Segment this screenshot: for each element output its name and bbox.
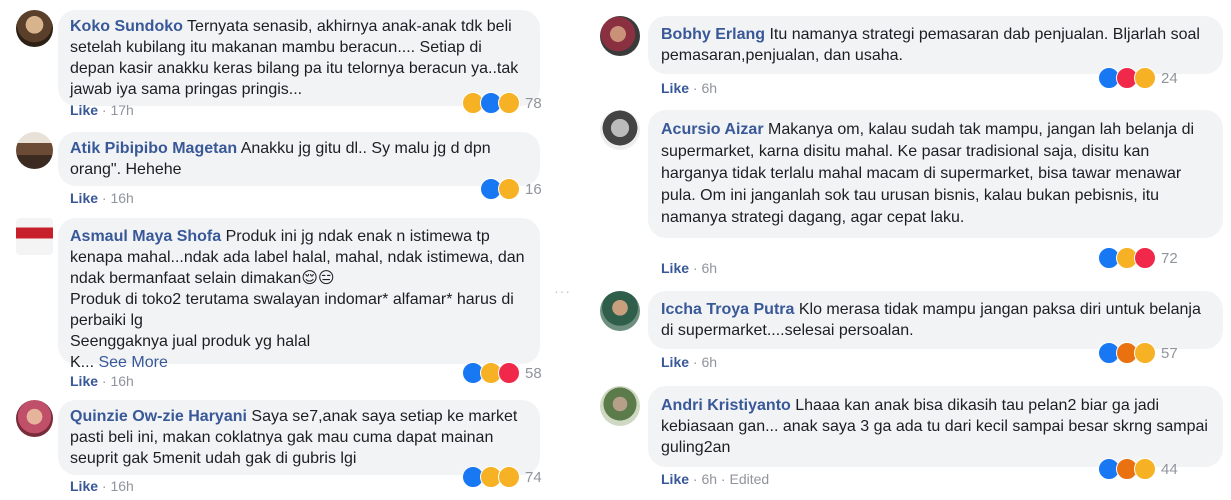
divider-dots: ··· xyxy=(554,283,571,299)
reaction-icons xyxy=(1098,458,1156,480)
avatar[interactable] xyxy=(600,16,640,56)
comment-author[interactable]: Koko Sundoko xyxy=(70,18,183,35)
edited-label[interactable]: Edited xyxy=(730,471,770,487)
avatar[interactable] xyxy=(600,291,640,331)
avatar[interactable] xyxy=(600,386,640,426)
comment-actions: Like · 6h · Edited xyxy=(661,471,770,487)
comment-author[interactable]: Acursio Aizar xyxy=(661,121,764,138)
comment-bubble: Asmaul Maya Shofa Produk ini jg ndak ena… xyxy=(58,218,540,371)
reaction-count: 57 xyxy=(1161,344,1178,362)
like-link[interactable]: Like xyxy=(70,373,98,389)
comment-author[interactable]: Bobhy Erlang xyxy=(661,26,765,43)
avatar[interactable] xyxy=(16,218,53,255)
like-link[interactable]: Like xyxy=(661,354,689,370)
comment-timestamp[interactable]: 6h xyxy=(701,80,717,96)
sad-icon xyxy=(1134,458,1156,480)
reactions-summary[interactable]: 57 xyxy=(1098,342,1178,364)
comment-actions: Like · 16h xyxy=(70,373,134,389)
like-link[interactable]: Like xyxy=(661,80,689,96)
reaction-count: 74 xyxy=(525,468,542,486)
like-link[interactable]: Like xyxy=(70,102,98,118)
comment-timestamp[interactable]: 6h xyxy=(701,260,717,276)
reaction-count: 58 xyxy=(525,364,542,382)
haha-icon xyxy=(498,178,520,200)
wow-icon xyxy=(498,466,520,488)
comment-timestamp[interactable]: 16h xyxy=(110,190,133,206)
reactions-summary[interactable]: 16 xyxy=(480,178,542,200)
comment-timestamp[interactable]: 17h xyxy=(110,102,133,118)
reaction-icons xyxy=(462,466,520,488)
haha-icon xyxy=(1134,342,1156,364)
reaction-icons xyxy=(1098,247,1156,269)
comment-bubble: Acursio Aizar Makanya om, kalau sudah ta… xyxy=(648,110,1223,238)
reactions-summary[interactable]: 58 xyxy=(462,362,542,384)
comment-bubble: Atik Pibipibo Magetan Anakku jg gitu dl.… xyxy=(58,132,540,186)
reaction-count: 72 xyxy=(1161,249,1178,267)
reaction-icons xyxy=(1098,67,1156,89)
reaction-count: 24 xyxy=(1161,69,1178,87)
comment-actions: Like · 16h xyxy=(70,190,134,206)
comment-actions: Like · 17h xyxy=(70,102,134,118)
wow-icon xyxy=(498,92,520,114)
avatar[interactable] xyxy=(16,10,53,47)
comment-timestamp[interactable]: 6h xyxy=(701,471,717,487)
comment-author[interactable]: Quinzie Ow-zie Haryani xyxy=(70,408,247,425)
comment-bubble: Andri Kristiyanto Lhaaa kan anak bisa di… xyxy=(648,386,1223,467)
comment-actions: Like · 6h xyxy=(661,260,718,276)
reaction-count: 44 xyxy=(1161,460,1178,478)
comment-actions: Like · 16h xyxy=(70,478,134,494)
comment-bubble: Quinzie Ow-zie Haryani Saya se7,anak say… xyxy=(58,400,540,475)
reaction-icons xyxy=(462,92,520,114)
reactions-summary[interactable]: 72 xyxy=(1098,247,1178,269)
comment-bubble: Iccha Troya Putra Klo merasa tidak mampu… xyxy=(648,291,1223,349)
comment-actions: Like · 6h xyxy=(661,354,718,370)
reaction-count: 78 xyxy=(525,94,542,112)
comment-author[interactable]: Asmaul Maya Shofa xyxy=(70,228,221,245)
comment-text: Produk ini jg ndak enak n istimewa tp ke… xyxy=(70,228,525,371)
reaction-icons xyxy=(1098,342,1156,364)
comment-actions: Like · 6h xyxy=(661,80,718,96)
reaction-icons xyxy=(462,362,520,384)
like-link[interactable]: Like xyxy=(661,260,689,276)
see-more-link[interactable]: See More xyxy=(98,354,167,371)
comment-timestamp[interactable]: 16h xyxy=(110,373,133,389)
comment-author[interactable]: Atik Pibipibo Magetan xyxy=(70,140,237,157)
like-link[interactable]: Like xyxy=(661,471,689,487)
reactions-summary[interactable]: 44 xyxy=(1098,458,1178,480)
reactions-summary[interactable]: 24 xyxy=(1098,67,1178,89)
love-icon xyxy=(498,362,520,384)
reactions-summary[interactable]: 74 xyxy=(462,466,542,488)
comment-author[interactable]: Andri Kristiyanto xyxy=(661,397,791,414)
reactions-summary[interactable]: 78 xyxy=(462,92,542,114)
love-icon xyxy=(1134,247,1156,269)
like-link[interactable]: Like xyxy=(70,478,98,494)
avatar[interactable] xyxy=(16,132,53,169)
comment-author[interactable]: Iccha Troya Putra xyxy=(661,301,794,318)
comment-bubble: Bobhy Erlang Itu namanya strategi pemasa… xyxy=(648,16,1223,74)
avatar[interactable] xyxy=(16,400,53,437)
comment-timestamp[interactable]: 16h xyxy=(110,478,133,494)
reaction-icons xyxy=(480,178,520,200)
comment-timestamp[interactable]: 6h xyxy=(701,354,717,370)
avatar[interactable] xyxy=(600,110,640,150)
like-link[interactable]: Like xyxy=(70,190,98,206)
haha-icon xyxy=(1134,67,1156,89)
reaction-count: 16 xyxy=(525,180,542,198)
